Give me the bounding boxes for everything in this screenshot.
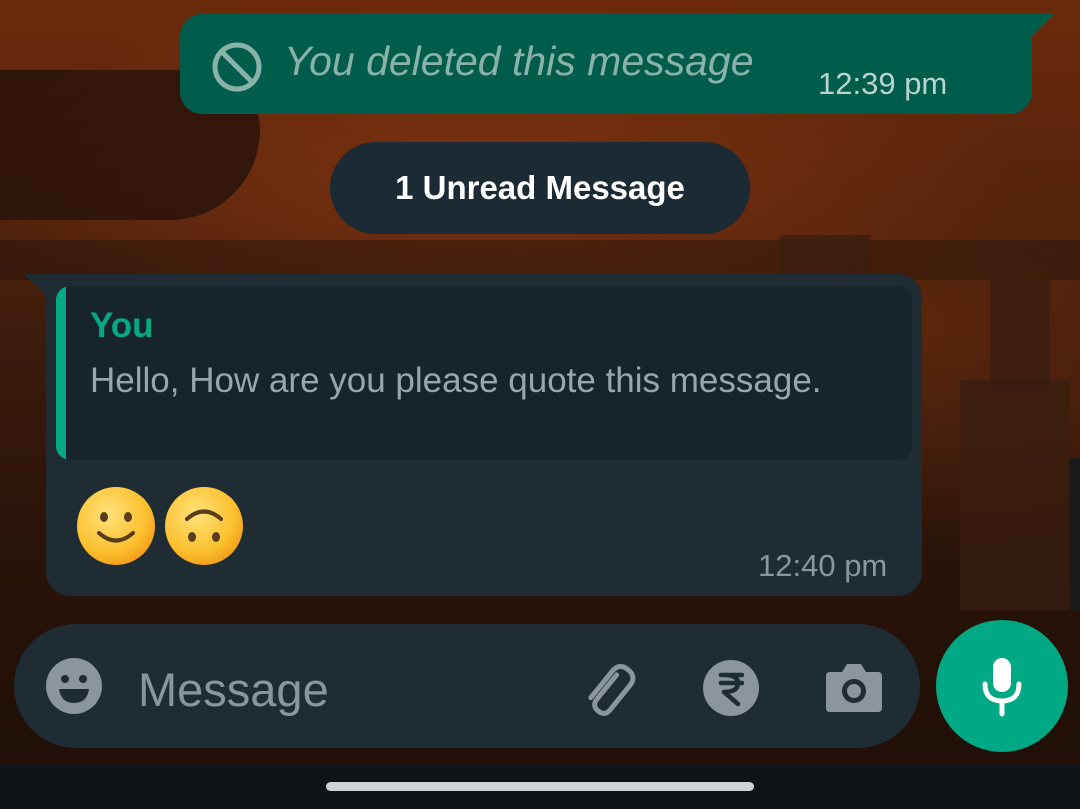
quote-accent-bar [56, 286, 66, 460]
attach-icon[interactable] [574, 656, 640, 722]
bubble-tail [24, 274, 48, 298]
scroll-indicator [1069, 458, 1080, 610]
home-gesture-handle[interactable] [326, 782, 754, 791]
mic-icon [982, 658, 1022, 717]
quote-text: Hello, How are you please quote this mes… [90, 361, 822, 400]
message-timestamp: 12:39 pm [818, 66, 948, 101]
wallpaper-building [990, 280, 1050, 390]
slightly-smiling-face-emoji [77, 487, 155, 565]
wallpaper-building [780, 235, 870, 275]
upside-down-face-emoji [165, 487, 243, 565]
quoted-message[interactable]: You Hello, How are you please quote this… [56, 286, 912, 460]
quote-author: You [90, 306, 154, 345]
ban-icon [212, 42, 262, 92]
emoji-icon[interactable] [44, 656, 104, 716]
unread-messages-banner: 1 Unread Message [330, 142, 750, 234]
rupee-payment-icon[interactable] [702, 659, 760, 717]
message-input[interactable] [136, 656, 560, 722]
camera-icon[interactable] [824, 660, 884, 714]
deleted-message-text: You deleted this message [284, 38, 754, 84]
bubble-tail [1030, 14, 1054, 38]
wallpaper-building [960, 380, 1070, 610]
message-timestamp: 12:40 pm [758, 548, 888, 583]
voice-record-button[interactable] [936, 620, 1068, 752]
